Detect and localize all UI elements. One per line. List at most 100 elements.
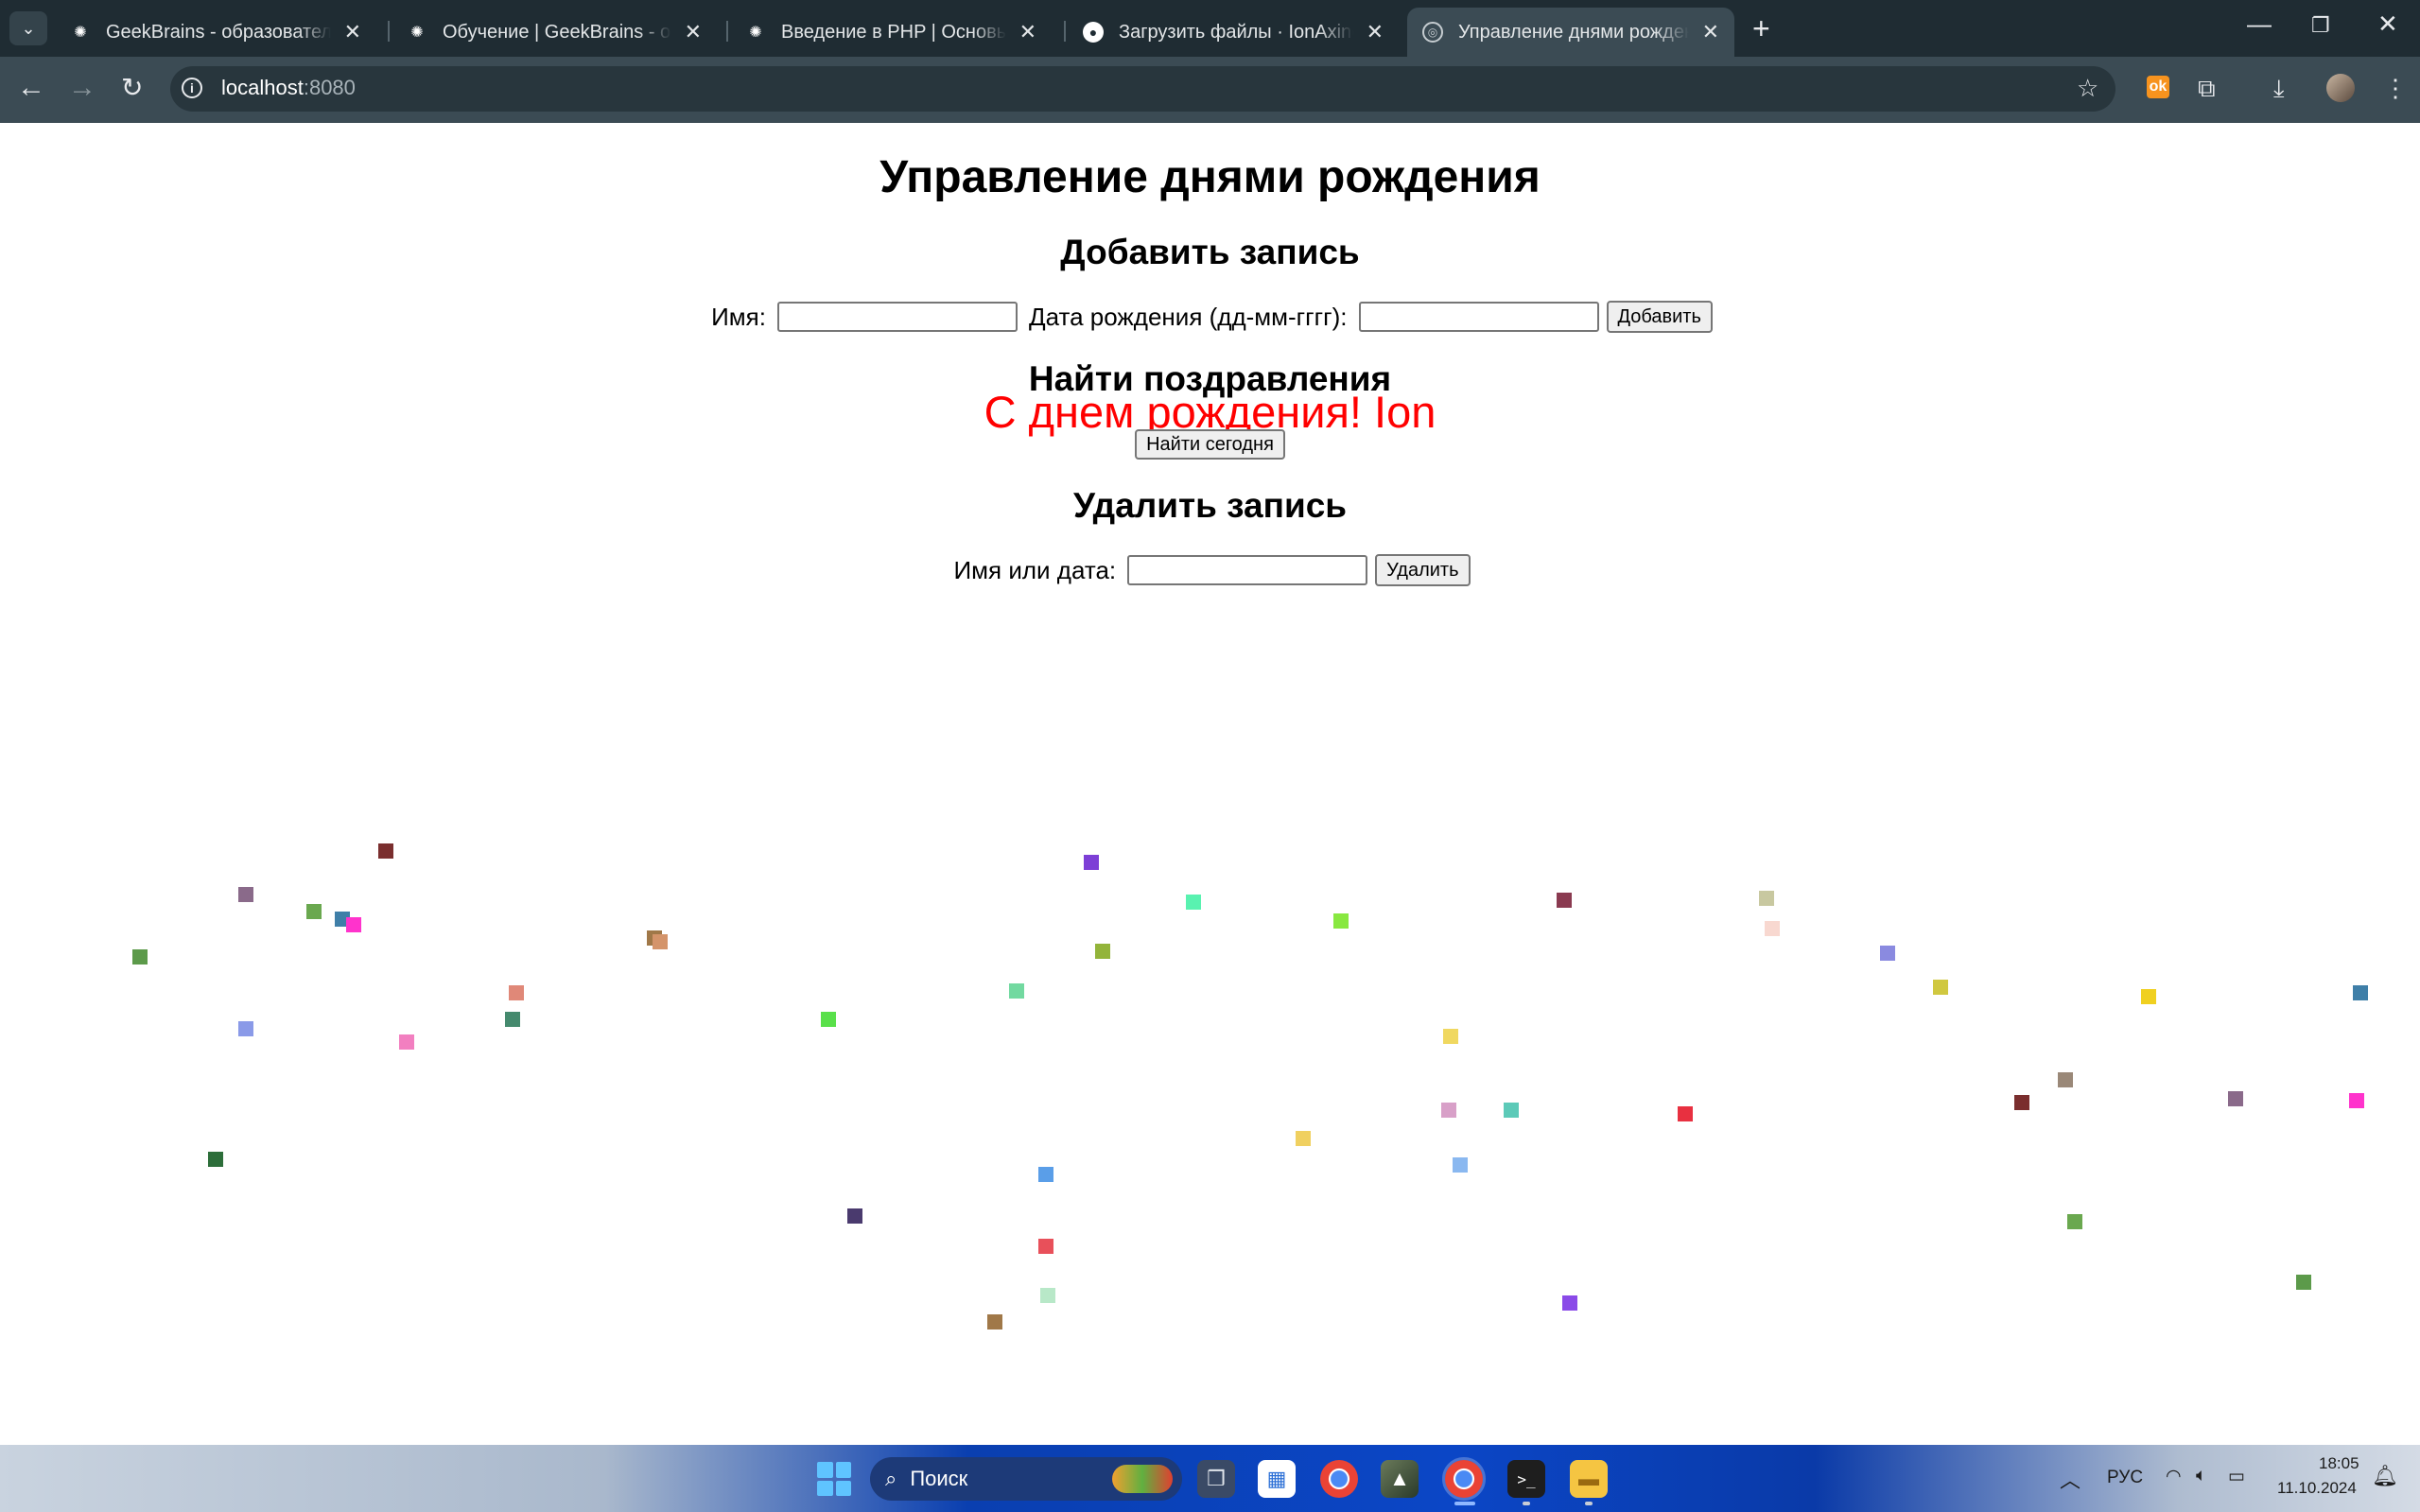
extensions-puzzle-icon[interactable]: ⧉ [2198, 74, 2216, 104]
name-or-date-input[interactable] [1127, 555, 1368, 585]
confetti-square [1557, 893, 1572, 908]
confetti-square [2353, 985, 2368, 1000]
confetti-square [2058, 1072, 2073, 1087]
name-or-date-label: Имя или дата: [953, 555, 1117, 584]
name-label: Имя: [711, 302, 766, 331]
address-bar[interactable] [170, 66, 2115, 112]
close-window-icon[interactable]: ✕ [2377, 9, 2398, 39]
close-icon[interactable]: ✕ [344, 20, 361, 44]
add-button[interactable]: Добавить [1606, 301, 1713, 333]
terminal-icon[interactable]: >_ [1507, 1460, 1545, 1498]
confetti-square [1038, 1239, 1053, 1254]
confetti-square [378, 843, 393, 859]
confetti-square [1562, 1295, 1577, 1311]
find-today-button[interactable]: Найти сегодня [1135, 429, 1285, 460]
confetti-square [306, 904, 322, 919]
forward-arrow-icon[interactable]: → [68, 72, 96, 104]
site-info-icon[interactable]: i [182, 78, 202, 98]
clock-date[interactable]: 11.10.2024 [2277, 1479, 2357, 1498]
tab-geekbrains[interactable]: ✺ GeekBrains - образовательный ✕ [55, 8, 376, 57]
tab-search-button[interactable]: ⌄ [9, 11, 47, 45]
openai-icon: ✺ [749, 25, 762, 41]
wifi-icon[interactable]: ◠ [2166, 1466, 2182, 1487]
new-tab-icon[interactable]: + [1752, 11, 1770, 46]
profile-avatar[interactable] [2326, 74, 2355, 102]
page-title: Управление днями рождения [879, 152, 1541, 202]
active-app-indicator [1454, 1502, 1475, 1505]
confetti-square [2228, 1091, 2243, 1106]
restore-icon[interactable]: ❐ [2311, 13, 2330, 38]
confetti-square [1453, 1157, 1468, 1173]
close-icon[interactable]: ✕ [1702, 20, 1719, 44]
search-icon: ⌕ [885, 1467, 897, 1490]
confetti-square [1084, 855, 1099, 870]
reload-icon[interactable]: ↻ [121, 72, 143, 103]
add-section-heading: Добавить запись [1060, 233, 1360, 271]
tab-separator [1064, 21, 1066, 42]
download-icon[interactable]: ⤓ [2273, 74, 2285, 104]
tray-overflow-chevron-icon[interactable]: ︿ [2060, 1464, 2081, 1494]
battery-icon[interactable]: ▭ [2228, 1466, 2245, 1487]
tab-birthday-manager[interactable]: ◎ Управление днями рождения ✕ [1407, 8, 1734, 57]
delete-section-heading: Удалить запись [1072, 486, 1348, 525]
more-menu-icon[interactable]: ⋮ [2383, 74, 2408, 103]
close-icon[interactable]: ✕ [1367, 20, 1384, 44]
tab-github-upload[interactable]: ● Загрузить файлы · IonAxinoi/-3 ✕ [1068, 8, 1399, 57]
windows-start-icon[interactable] [817, 1462, 851, 1496]
birthdate-label: Дата рождения (дд-мм-гггг): [1028, 302, 1348, 331]
bookmark-star-icon[interactable]: ☆ [2077, 74, 2098, 103]
url-text[interactable]: localhost:8080 [221, 76, 356, 100]
confetti-square [505, 1012, 520, 1027]
url-port: :8080 [303, 76, 356, 99]
tab-php-intro[interactable]: ✺ Введение в PHP | Основы PHP ✕ [730, 8, 1052, 57]
confetti-square [238, 1021, 253, 1036]
browser-tab-strip: ⌄ ✺ GeekBrains - образовательный ✕ ✺ Обу… [0, 0, 2420, 57]
running-app-indicator [1585, 1502, 1593, 1505]
close-icon[interactable]: ✕ [1019, 20, 1036, 44]
search-highlight-image [1112, 1465, 1173, 1493]
tab-title: Введение в PHP | Основы PHP [781, 21, 1006, 43]
confetti-square [346, 917, 361, 932]
confetti-square [1880, 946, 1895, 961]
extension-odnoklassniki-icon[interactable]: ok [2147, 76, 2169, 98]
confetti-square [1038, 1167, 1053, 1182]
tab-separator [726, 21, 728, 42]
taskbar-search[interactable]: ⌕ Поиск [870, 1457, 1182, 1501]
name-input[interactable] [776, 302, 1018, 332]
confetti-square [1333, 913, 1349, 929]
tab-title: Обучение | GeekBrains - обра [443, 21, 671, 43]
delete-button[interactable]: Удалить [1375, 554, 1471, 586]
chrome-active-icon[interactable] [1442, 1457, 1486, 1501]
running-app-indicator [1523, 1502, 1530, 1505]
confetti-square [1009, 983, 1024, 999]
microsoft-store-icon[interactable]: ▦ [1258, 1460, 1296, 1498]
tab-title: Загрузить файлы · IonAxinoi/-3 [1119, 21, 1353, 43]
confetti-square [399, 1034, 414, 1050]
notification-bell-icon[interactable]: 🔔︎ [2372, 1464, 2398, 1488]
confetti-square [238, 887, 253, 902]
close-icon[interactable]: ✕ [685, 20, 702, 44]
confetti-square [208, 1152, 223, 1167]
confetti-square [2067, 1214, 2082, 1229]
volume-icon[interactable]: 🔈︎ [2196, 1466, 2206, 1486]
chrome-icon[interactable] [1320, 1460, 1358, 1498]
tab-title: Управление днями рождения [1458, 21, 1689, 43]
confetti-square [509, 985, 524, 1000]
tab-geekbrains-learning[interactable]: ✺ Обучение | GeekBrains - обра ✕ [392, 8, 717, 57]
clock-time[interactable]: 18:05 [2319, 1454, 2359, 1473]
language-indicator[interactable]: РУС [2107, 1468, 2143, 1488]
birthdate-input[interactable] [1358, 302, 1599, 332]
game-app-icon[interactable]: ▲ [1381, 1460, 1419, 1498]
minimize-icon[interactable]: — [2247, 9, 2272, 39]
url-host: localhost [221, 76, 304, 99]
confetti-square [2349, 1093, 2364, 1108]
confetti-square [2296, 1275, 2311, 1290]
confetti-square [1759, 891, 1774, 906]
back-arrow-icon[interactable]: ← [17, 72, 45, 104]
confetti-square [1443, 1029, 1458, 1044]
confetti-square [1095, 944, 1110, 959]
file-explorer-icon[interactable]: ▬ [1570, 1460, 1608, 1498]
task-view-icon[interactable]: ❒ [1197, 1460, 1235, 1498]
confetti-square [1441, 1103, 1456, 1118]
confetti-square [847, 1208, 862, 1224]
